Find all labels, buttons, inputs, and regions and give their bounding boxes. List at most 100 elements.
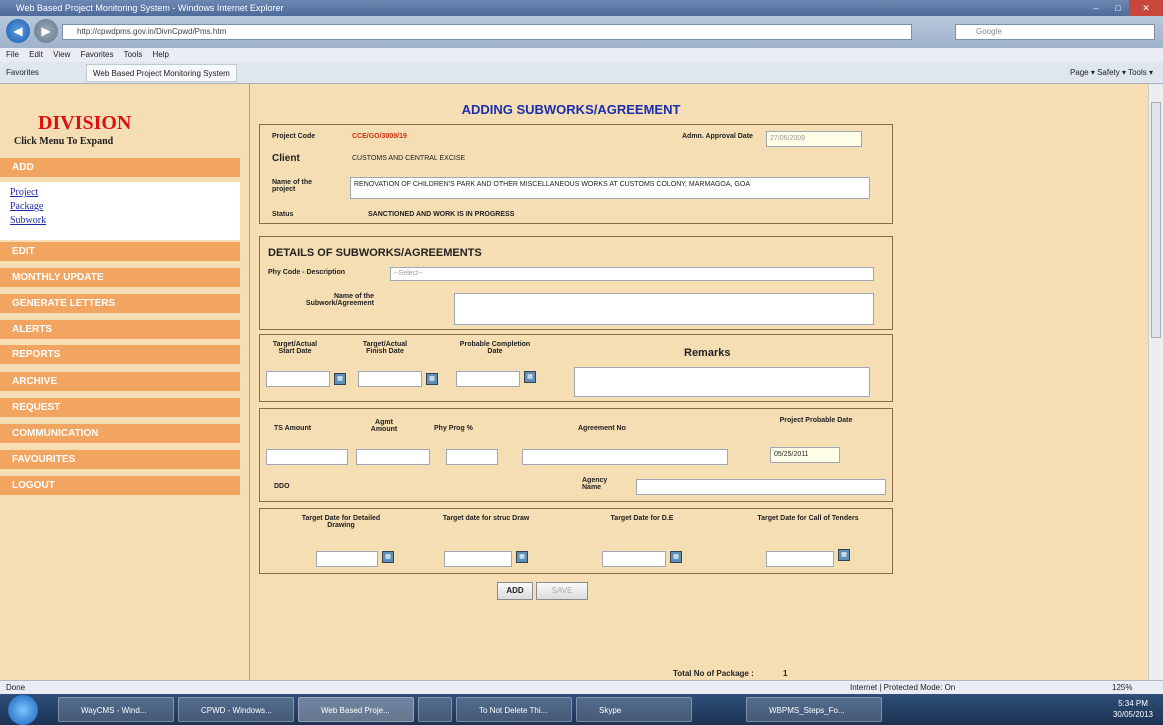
remarks-field[interactable] — [574, 367, 870, 397]
menu-tools[interactable]: Tools — [124, 50, 143, 59]
subwork-name-field[interactable] — [454, 293, 874, 325]
agreement-no-label: Agreement No — [578, 425, 626, 432]
command-bar[interactable]: Page ▾ Safety ▾ Tools ▾ — [1070, 62, 1153, 84]
project-probable-date-field[interactable]: 05/25/2011 — [770, 447, 840, 463]
calendar-icon[interactable]: ▦ — [334, 373, 346, 385]
agency-name-field[interactable] — [636, 479, 886, 495]
forward-button[interactable]: ▶ — [34, 19, 58, 43]
drawing-date-field[interactable] — [316, 551, 378, 567]
menu-edit[interactable]: EDIT — [0, 242, 240, 262]
struc-date-field[interactable] — [444, 551, 512, 567]
scrollbar-thumb[interactable] — [1151, 102, 1161, 338]
agency-name-label: Agency Name — [582, 477, 608, 491]
menu-logout[interactable]: LOGOUT — [0, 476, 240, 496]
browser-tab[interactable]: Web Based Project Monitoring System — [86, 64, 237, 82]
tenders-date-field[interactable] — [766, 551, 834, 567]
menu-view[interactable]: View — [53, 50, 70, 59]
sidebar: DIVISION Click Menu To Expand ADD Projec… — [0, 84, 250, 680]
status-bar: Done Internet | Protected Mode: On 125% — [0, 680, 1163, 694]
taskbar-item[interactable]: Web Based Proje... — [298, 697, 414, 722]
phy-code-label: Phy Code - Description — [268, 269, 346, 276]
probable-date-label: Probable Completion Date — [459, 341, 531, 355]
total-package-label: Total No of Package : — [673, 669, 754, 678]
submenu-project[interactable]: Project — [0, 186, 240, 200]
client-value: CUSTOMS AND CENTRAL EXCISE — [352, 155, 466, 162]
url-field[interactable]: http://cpwdpms.gov.in/DivnCpwd/Pms.htm — [62, 24, 912, 40]
finish-date-field[interactable] — [358, 371, 422, 387]
project-name-field[interactable]: RENOVATION OF CHILDREN'S PARK AND OTHER … — [350, 177, 870, 199]
start-date-field[interactable] — [266, 371, 330, 387]
add-button[interactable]: ADD — [497, 582, 533, 600]
save-button[interactable]: SAVE — [536, 582, 588, 600]
details-heading: DETAILS OF SUBWORKS/AGREEMENTS — [268, 247, 482, 259]
window-title-bar: Web Based Project Monitoring System - Wi… — [0, 0, 1163, 16]
remarks-label: Remarks — [684, 347, 731, 359]
zoom-level[interactable]: 125% — [1112, 681, 1132, 695]
menu-favourites[interactable]: FAVOURITES — [0, 450, 240, 470]
minimize-button[interactable]: – — [1085, 0, 1107, 16]
subwork-details-box: DETAILS OF SUBWORKS/AGREEMENTS Phy Code … — [259, 236, 893, 330]
tenders-date-label: Target Date for Call of Tenders — [757, 515, 859, 522]
agmt-amount-label: Agmt Amount — [370, 419, 398, 433]
menu-help[interactable]: Help — [153, 50, 169, 59]
menu-edit[interactable]: Edit — [29, 50, 43, 59]
finish-date-label: Target/Actual Finish Date — [362, 341, 408, 355]
menu-monthly-update[interactable]: MONTHLY UPDATE — [0, 268, 240, 288]
taskbar-item[interactable]: Skype — [576, 697, 692, 722]
struc-date-label: Target date for struc Draw — [442, 515, 530, 522]
vertical-scrollbar[interactable] — [1148, 84, 1163, 680]
taskbar-item[interactable] — [418, 697, 452, 722]
phy-prog-field[interactable] — [446, 449, 498, 465]
project-info-box: Project Code CCE/GO/3009/19 Admn. Approv… — [259, 124, 893, 224]
project-code-label: Project Code — [272, 133, 316, 140]
agreement-no-field[interactable] — [522, 449, 728, 465]
calendar-icon[interactable]: ▦ — [382, 551, 394, 563]
menu-bar: File Edit View Favorites Tools Help — [0, 48, 1163, 62]
menu-add[interactable]: ADD — [0, 158, 240, 178]
add-submenu: Project Package Subwork — [0, 182, 240, 240]
project-probable-label: Project Probable Date — [779, 417, 853, 424]
submenu-subwork[interactable]: Subwork — [0, 214, 240, 228]
zone-text: Internet | Protected Mode: On — [850, 683, 956, 692]
menu-reports[interactable]: REPORTS — [0, 345, 240, 365]
phy-code-select[interactable]: --Select-- — [390, 267, 874, 281]
calendar-icon[interactable]: ▦ — [516, 551, 528, 563]
start-button[interactable] — [8, 695, 38, 725]
project-name-label: Name of the project — [272, 179, 313, 193]
calendar-icon[interactable]: ▦ — [524, 371, 536, 383]
close-button[interactable]: ✕ — [1129, 0, 1163, 16]
ts-amount-field[interactable] — [266, 449, 348, 465]
de-date-field[interactable] — [602, 551, 666, 567]
ts-amount-label: TS Amount — [274, 425, 312, 432]
search-input[interactable]: Google — [955, 24, 1155, 40]
taskbar-item[interactable]: To Not Delete Thi... — [456, 697, 572, 722]
back-button[interactable]: ◀ — [6, 19, 30, 43]
probable-date-field[interactable] — [456, 371, 520, 387]
menu-archive[interactable]: ARCHIVE — [0, 372, 240, 392]
clock-time: 5:34 PM — [1118, 699, 1148, 708]
taskbar-item[interactable]: CPWD - Windows... — [178, 697, 294, 722]
phy-prog-label: Phy Prog % — [434, 425, 473, 432]
calendar-icon[interactable]: ▦ — [426, 373, 438, 385]
menu-file[interactable]: File — [6, 50, 19, 59]
taskbar-item[interactable]: WayCMS - Wind... — [58, 697, 174, 722]
calendar-icon[interactable]: ▦ — [838, 549, 850, 561]
approval-date-field[interactable]: 27/06/2009 — [766, 131, 862, 147]
address-bar-area: ◀ ▶ http://cpwdpms.gov.in/DivnCpwd/Pms.h… — [0, 16, 1163, 48]
submenu-package[interactable]: Package — [0, 200, 240, 214]
status-label: Status — [272, 211, 294, 218]
window-title: Web Based Project Monitoring System - Wi… — [16, 3, 284, 13]
menu-request[interactable]: REQUEST — [0, 398, 240, 418]
dates-box: Target/Actual Start Date Target/Actual F… — [259, 334, 893, 402]
menu-communication[interactable]: COMMUNICATION — [0, 424, 240, 444]
favorites-button[interactable]: Favorites — [6, 62, 39, 84]
menu-favorites[interactable]: Favorites — [81, 50, 114, 59]
agmt-amount-field[interactable] — [356, 449, 430, 465]
menu-alerts[interactable]: ALERTS — [0, 320, 240, 340]
start-date-label: Target/Actual Start Date — [272, 341, 318, 355]
calendar-icon[interactable]: ▦ — [670, 551, 682, 563]
taskbar-item[interactable]: WBPMS_Steps_Fo... — [746, 697, 882, 722]
menu-generate-letters[interactable]: GENERATE LETTERS — [0, 294, 240, 314]
clock[interactable]: 5:34 PM 30/05/2013 — [1113, 698, 1153, 720]
maximize-button[interactable]: □ — [1107, 0, 1129, 16]
